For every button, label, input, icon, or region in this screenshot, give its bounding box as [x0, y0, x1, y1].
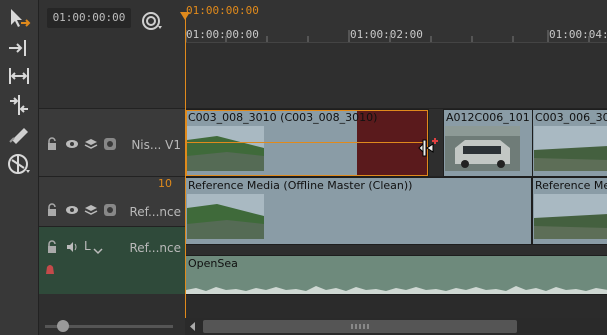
fit-tool-icon[interactable] [6, 64, 32, 88]
ruler-label: 01:00:04: [549, 28, 607, 41]
scroll-left-icon[interactable] [188, 321, 198, 332]
clip-reference-media-2[interactable]: Reference Me [532, 177, 607, 245]
clip-label: A012C006_101 [446, 111, 530, 124]
clip-label: C003_006_30 [535, 111, 607, 124]
lock-icon[interactable] [45, 137, 59, 151]
clip-thumbnail [534, 194, 607, 239]
layers-icon[interactable] [84, 137, 98, 151]
ruler-label: 01:00:02:00 [350, 28, 423, 41]
clip-thumbnail [534, 126, 607, 171]
zoom-slider[interactable] [39, 318, 185, 335]
snap-icon[interactable] [140, 10, 164, 32]
track-name: Nis... V1 [131, 138, 181, 152]
nuke-tool-icon[interactable] [6, 152, 32, 176]
track-name: Ref...nce [129, 241, 181, 255]
chevron-down-icon[interactable] [91, 244, 105, 258]
playhead-line[interactable] [185, 14, 186, 320]
mute-indicator-icon[interactable] [43, 262, 57, 276]
speaker-icon[interactable] [65, 240, 79, 254]
zoom-slider-thumb[interactable] [57, 320, 69, 332]
audio-clip-opensea[interactable]: OpenSea [185, 255, 607, 295]
blend-icon[interactable] [103, 137, 117, 151]
insert-tool-icon[interactable] [6, 36, 32, 60]
lock-icon[interactable] [45, 203, 59, 217]
select-tool-icon[interactable] [6, 6, 32, 30]
playhead-timecode: 01:00:00:00 [186, 4, 259, 17]
audio-waveform [186, 286, 607, 294]
clip-label: OpenSea [188, 257, 238, 270]
channel-label[interactable]: L [84, 239, 91, 253]
tool-column [0, 0, 39, 335]
clip-label: Reference Media (Offline Master (Clean)) [188, 179, 413, 192]
clip-c003-006[interactable]: C003_006_30 [532, 109, 607, 177]
track-marker: 10 [158, 177, 172, 190]
track-header-v1[interactable]: Nis... V1 [39, 108, 185, 176]
scroll-grip [351, 324, 369, 329]
empty-lane [185, 294, 607, 318]
clip-thumbnail [445, 126, 520, 171]
timecode-display[interactable]: 01:00:00:00 [47, 8, 131, 28]
ruler-label: 01:00:00:00 [186, 28, 259, 41]
clip-thumbnail [187, 194, 264, 239]
horizontal-scrollbar[interactable] [185, 318, 607, 335]
clip-a012c006[interactable]: A012C006_101 [443, 109, 533, 177]
razor-tool-icon[interactable] [6, 122, 32, 146]
clip-reference-media[interactable]: Reference Media (Offline Master (Clean)) [185, 177, 532, 245]
playhead-handle[interactable] [180, 12, 190, 20]
clip-selection-outline [186, 110, 428, 176]
scroll-thumb[interactable] [203, 320, 517, 333]
track-name: Ref...nce [129, 205, 181, 219]
layers-icon[interactable] [84, 203, 98, 217]
clip-label: Reference Me [535, 179, 607, 192]
track-header-audio[interactable]: L Ref...nce [39, 226, 185, 295]
trim-cursor-icon [417, 136, 439, 158]
clip-c003-008[interactable]: C003_008_3010 (C003_008_3010) [185, 109, 429, 177]
eye-icon[interactable] [65, 203, 79, 217]
eye-icon[interactable] [65, 137, 79, 151]
spacing-tool-icon[interactable] [6, 93, 32, 117]
empty-header [39, 294, 185, 318]
clip-center-line [186, 142, 426, 143]
lock-icon[interactable] [45, 240, 59, 254]
blend-icon[interactable] [103, 203, 117, 217]
